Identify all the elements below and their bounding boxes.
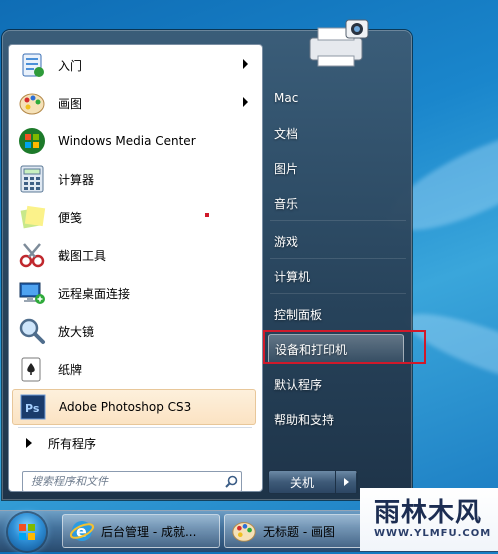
program-label: 便笺 [58,210,83,225]
right-item-label: 帮助和支持 [274,412,335,427]
right-item-label: 图片 [274,161,299,176]
program-item-getting-started[interactable]: 入门 [12,47,256,83]
watermark-url: WWW.YLMFU.COM [374,528,492,539]
shutdown-label: 关机 [289,475,314,490]
all-programs-button[interactable]: 所有程序 [12,431,256,455]
right-item-documents[interactable]: 文档 [268,118,408,148]
submenu-arrow-icon[interactable] [243,97,248,107]
program-item-media-center[interactable]: Windows Media Center [12,123,256,159]
right-item-label: 文档 [274,126,299,141]
svg-text:Ps: Ps [25,402,40,415]
taskbar-button-paint[interactable]: 无标题 - 画图 [224,514,364,548]
right-item-control-panel[interactable]: 控制面板 [268,299,408,329]
search-input[interactable] [23,474,221,489]
watermark-title: 雨林木风 [374,498,483,528]
right-item-label: 控制面板 [274,307,323,322]
snipping-tool-icon [16,239,48,271]
magnifier-icon [16,315,48,347]
highlight-box [263,330,426,364]
photoshop-icon: Ps [17,391,49,423]
solitaire-icon [16,353,48,385]
program-item-remote-desktop[interactable]: 远程桌面连接 [12,275,256,311]
shutdown-button[interactable]: 关机 [269,471,335,493]
marker-dot [205,213,209,217]
program-label: Windows Media Center [58,134,196,148]
program-label: 放大镜 [58,324,95,339]
divider [18,427,252,428]
right-item-help-and-support[interactable]: 帮助和支持 [268,404,408,434]
separator [270,220,406,221]
program-item-photoshop[interactable]: Ps Adobe Photoshop CS3 [12,389,256,425]
shutdown-group: 关机 [268,470,358,494]
right-item-mac[interactable]: Mac [268,83,408,113]
windows-logo-icon [19,524,35,540]
program-label: Adobe Photoshop CS3 [59,400,192,414]
taskbar-button-label: 后台管理 - 成就... [101,524,197,539]
expand-arrow-icon [26,438,32,448]
paint-icon [16,87,48,119]
separator [270,258,406,259]
right-item-pictures[interactable]: 图片 [268,153,408,183]
program-label: 画图 [58,96,83,111]
right-item-label: 计算机 [274,269,311,284]
watermark: 雨林木风 WWW.YLMFU.COM [360,488,498,551]
program-label: 入门 [58,58,83,73]
program-item-paint[interactable]: 画图 [12,85,256,121]
program-item-sticky-notes[interactable]: 便笺 [12,199,256,235]
right-item-label: 音乐 [274,196,299,211]
search-box [22,471,242,492]
separator [270,293,406,294]
getting-started-icon [16,49,48,81]
chevron-right-icon [343,478,349,486]
right-item-label: 默认程序 [274,377,323,392]
taskbar-button-label: 无标题 - 画图 [263,524,335,539]
submenu-arrow-icon[interactable] [243,59,248,69]
right-item-games[interactable]: 游戏 [268,226,408,256]
sticky-notes-icon [16,201,48,233]
search-icon[interactable] [221,475,241,488]
calculator-icon [16,163,48,195]
remote-desktop-icon [16,277,48,309]
right-item-default-programs[interactable]: 默认程序 [268,369,408,399]
program-item-solitaire[interactable]: 纸牌 [12,351,256,387]
shutdown-options-button[interactable] [335,471,356,493]
ie-icon: e [69,518,95,544]
start-button[interactable] [8,513,46,551]
program-label: 计算器 [58,172,95,187]
devices-printer-picture-icon [302,16,374,72]
media-center-icon [16,125,48,157]
paint-icon [231,518,257,544]
right-item-label: 游戏 [274,234,299,249]
program-item-magnifier[interactable]: 放大镜 [12,313,256,349]
right-item-computer[interactable]: 计算机 [268,261,408,291]
all-programs-label: 所有程序 [48,436,97,451]
program-item-calculator[interactable]: 计算器 [12,161,256,197]
right-item-label: Mac [274,91,299,105]
right-item-music[interactable]: 音乐 [268,188,408,218]
program-label: 远程桌面连接 [58,286,131,301]
taskbar-button-ie[interactable]: e 后台管理 - 成就... [62,514,220,548]
program-item-snipping-tool[interactable]: 截图工具 [12,237,256,273]
program-label: 纸牌 [58,362,83,377]
program-label: 截图工具 [58,248,107,263]
